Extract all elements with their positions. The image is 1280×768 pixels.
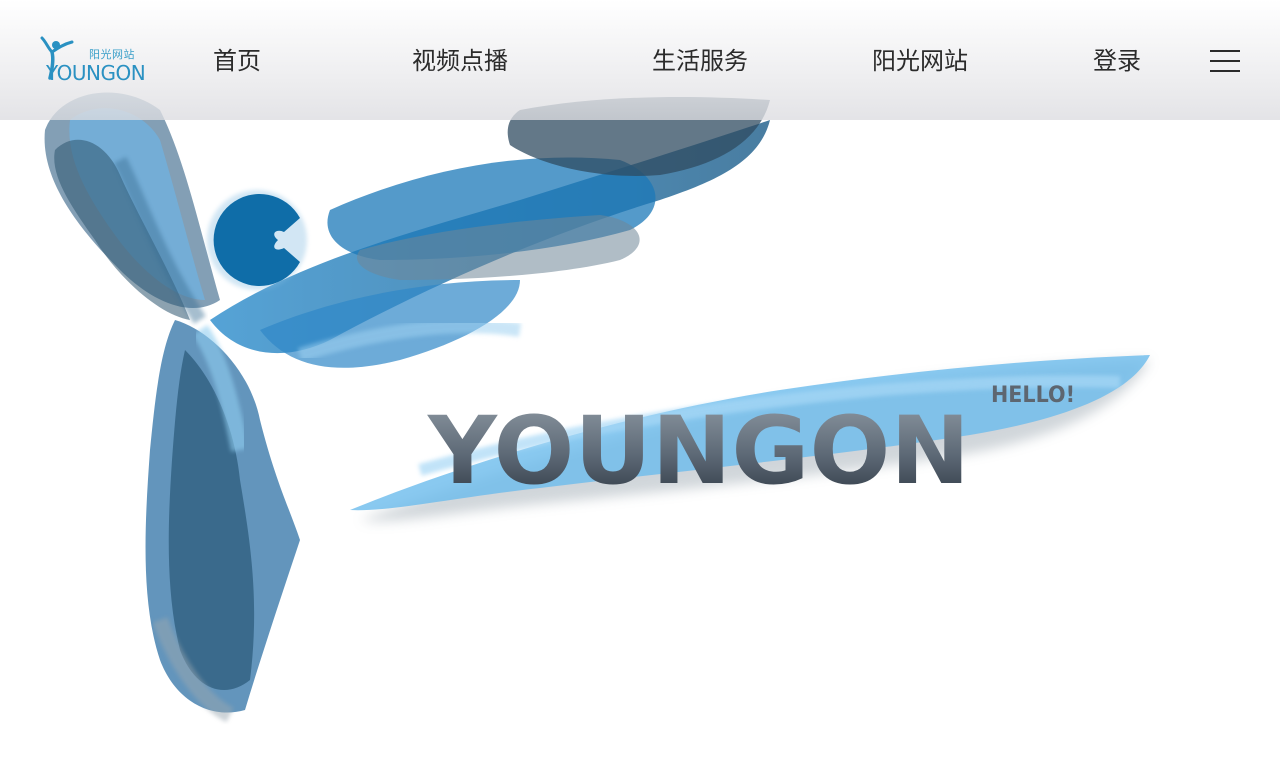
nav-login[interactable]: 登录 — [1093, 44, 1141, 78]
menu-line — [1210, 70, 1240, 72]
nav-sunshine-site[interactable]: 阳光网站 — [872, 44, 968, 78]
menu-line — [1210, 50, 1240, 52]
nav-home[interactable]: 首页 — [213, 44, 261, 78]
logo-wordmark: YOUNGON — [46, 61, 146, 85]
top-navbar: 阳光网站 YOUNGON 首页 视频点播 生活服务 阳光网站 登录 — [0, 0, 1280, 120]
brush-body — [145, 320, 300, 723]
brush-left-arm — [44, 92, 220, 324]
nav-life-services[interactable]: 生活服务 — [652, 44, 748, 78]
nav-video-on-demand[interactable]: 视频点播 — [412, 44, 508, 78]
hamburger-menu-icon[interactable] — [1210, 48, 1242, 74]
brush-head — [207, 190, 307, 290]
site-logo[interactable]: 阳光网站 YOUNGON — [38, 36, 146, 85]
hero-title: YOUNGON — [427, 397, 970, 506]
menu-line — [1210, 60, 1240, 62]
hero-greeting: HELLO! — [991, 383, 1075, 408]
logo-subtitle: 阳光网站 — [89, 48, 135, 61]
